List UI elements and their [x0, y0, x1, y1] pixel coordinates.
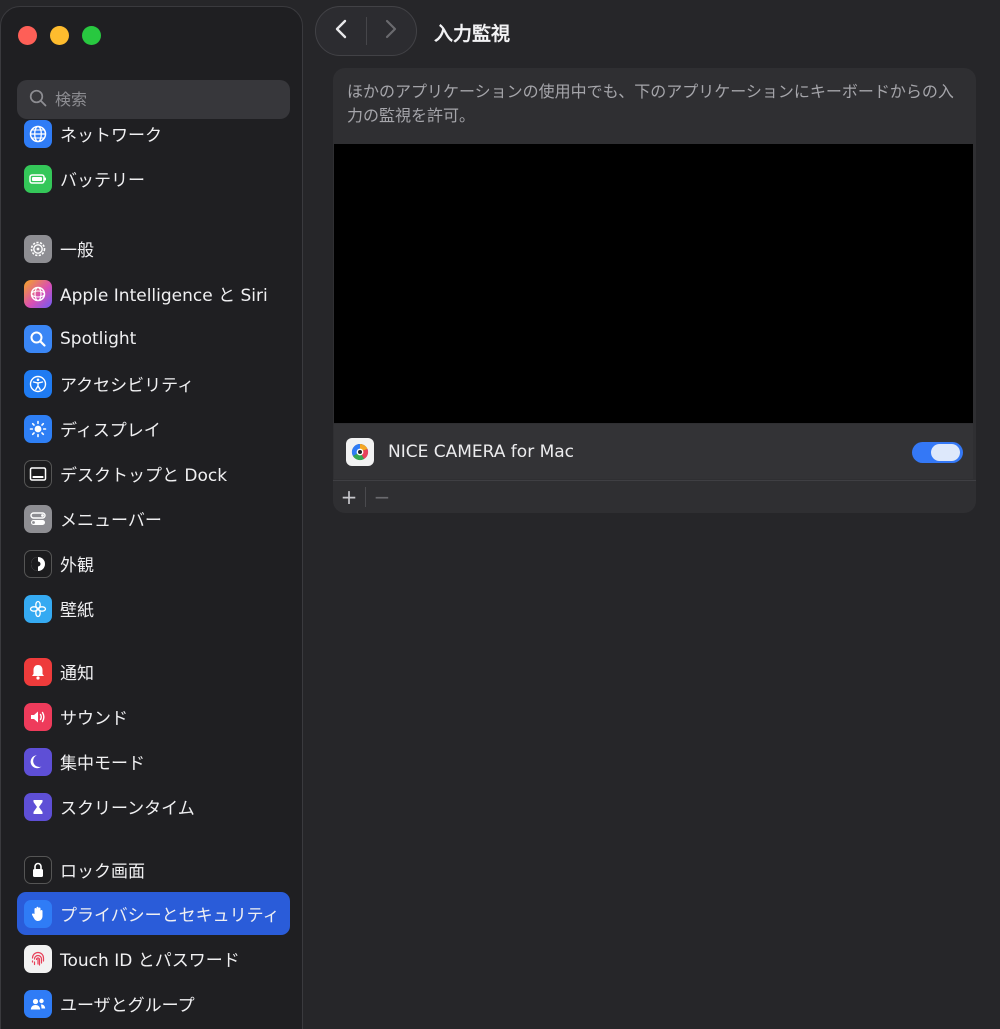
lock-icon	[24, 855, 52, 884]
sidebar-item-general[interactable]: 一般	[17, 227, 290, 270]
sidebar: ネットワーク バッテリー 一般 Apple Intelligence と Sir…	[0, 6, 303, 1029]
close-window-button[interactable]	[18, 26, 37, 45]
back-button[interactable]	[316, 7, 366, 55]
users-icon	[24, 989, 52, 1018]
magnifier-icon	[24, 324, 52, 353]
zoom-window-button[interactable]	[82, 26, 101, 45]
chevron-right-icon	[384, 18, 398, 44]
sidebar-item-label: Spotlight	[60, 328, 137, 349]
sidebar-item-desktop-dock[interactable]: デスクトップと Dock	[17, 452, 290, 495]
gear-icon	[24, 234, 52, 263]
minimize-window-button[interactable]	[50, 26, 69, 45]
navigation-button-group	[315, 6, 417, 56]
sidebar-item-label: アクセシビリティ	[60, 376, 195, 396]
sidebar-item-label: プライバシーとセキュリティ	[60, 906, 280, 926]
sidebar-item-battery[interactable]: バッテリー	[17, 157, 290, 200]
hourglass-icon	[24, 792, 52, 821]
search-input[interactable]	[55, 90, 265, 109]
moon-icon	[24, 747, 52, 776]
sidebar-item-apple-intelligence-siri[interactable]: Apple Intelligence と Siri	[17, 272, 290, 315]
sidebar-item-focus[interactable]: 集中モード	[17, 740, 290, 783]
app-name: NICE CAMERA for Mac	[388, 441, 575, 462]
sidebar-item-label: 壁紙	[60, 601, 94, 621]
sidebar-item-appearance[interactable]: 外観	[17, 542, 290, 585]
sidebar-item-notifications[interactable]: 通知	[17, 650, 290, 693]
sidebar-item-screen-time[interactable]: スクリーンタイム	[17, 785, 290, 828]
search-icon	[29, 89, 47, 111]
app-list-row[interactable]: NICE CAMERA for Mac	[334, 424, 973, 479]
bell-icon	[24, 657, 52, 686]
flower-icon	[24, 594, 52, 623]
sidebar-item-label: デスクトップと Dock	[60, 466, 228, 486]
chevron-left-icon	[334, 18, 348, 44]
app-access-toggle[interactable]	[912, 442, 963, 463]
sidebar-item-label: ロック画面	[60, 862, 145, 882]
sidebar-item-sound[interactable]: サウンド	[17, 695, 290, 738]
sidebar-item-privacy-security[interactable]: プライバシーとセキュリティ	[17, 892, 290, 935]
add-button[interactable]: +	[333, 481, 365, 513]
sidebar-item-label: 外観	[60, 556, 94, 576]
sidebar-item-label: 一般	[60, 241, 94, 261]
sidebar-item-label: ネットワーク	[60, 126, 162, 146]
sidebar-item-label: Touch ID とパスワード	[60, 951, 240, 971]
sidebar-item-label: ディスプレイ	[60, 421, 161, 441]
sidebar-item-label: メニューバー	[60, 511, 162, 531]
sidebar-item-label: 通知	[60, 664, 94, 684]
remove-button[interactable]: −	[366, 481, 398, 513]
sidebar-item-network[interactable]: ネットワーク	[17, 112, 290, 155]
panel-description: ほかのアプリケーションの使用中でも、下のアプリケーションにキーボードからの入力の…	[347, 82, 954, 125]
sun-icon	[24, 414, 52, 443]
menubar-icon	[24, 504, 52, 533]
accessibility-icon	[24, 369, 52, 398]
dock-icon	[24, 459, 52, 488]
sidebar-item-label: スクリーンタイム	[60, 799, 195, 819]
list-footer: + −	[333, 480, 976, 513]
sidebar-item-displays[interactable]: ディスプレイ	[17, 407, 290, 450]
sidebar-item-label: 集中モード	[60, 754, 145, 774]
sidebar-item-label: Apple Intelligence と Siri	[60, 286, 268, 306]
sidebar-item-label: サウンド	[60, 709, 128, 729]
nice-camera-app-icon	[346, 437, 374, 466]
hand-icon	[24, 899, 52, 928]
battery-icon	[24, 164, 52, 193]
appearance-icon	[24, 549, 52, 578]
sidebar-item-wallpaper[interactable]: 壁紙	[17, 587, 290, 630]
sidebar-item-label: ユーザとグループ	[60, 996, 195, 1016]
sidebar-item-touch-id-password[interactable]: Touch ID とパスワード	[17, 937, 290, 980]
app-list-empty-area	[334, 144, 973, 423]
sidebar-item-label: バッテリー	[60, 171, 145, 191]
sidebar-item-accessibility[interactable]: アクセシビリティ	[17, 362, 290, 405]
sidebar-item-spotlight[interactable]: Spotlight	[17, 317, 290, 360]
toggle-knob	[931, 444, 960, 461]
sidebar-item-menu-bar[interactable]: メニューバー	[17, 497, 290, 540]
input-monitoring-panel: ほかのアプリケーションの使用中でも、下のアプリケーションにキーボードからの入力の…	[333, 68, 976, 513]
sidebar-item-users-groups[interactable]: ユーザとグループ	[17, 982, 290, 1025]
fingerprint-icon	[24, 944, 52, 973]
forward-button[interactable]	[366, 7, 416, 55]
speaker-icon	[24, 702, 52, 731]
siri-icon	[24, 279, 52, 308]
traffic-lights	[18, 26, 101, 45]
globe-icon	[24, 119, 52, 148]
sidebar-item-lock-screen[interactable]: ロック画面	[17, 848, 290, 891]
page-title: 入力監視	[434, 23, 511, 45]
